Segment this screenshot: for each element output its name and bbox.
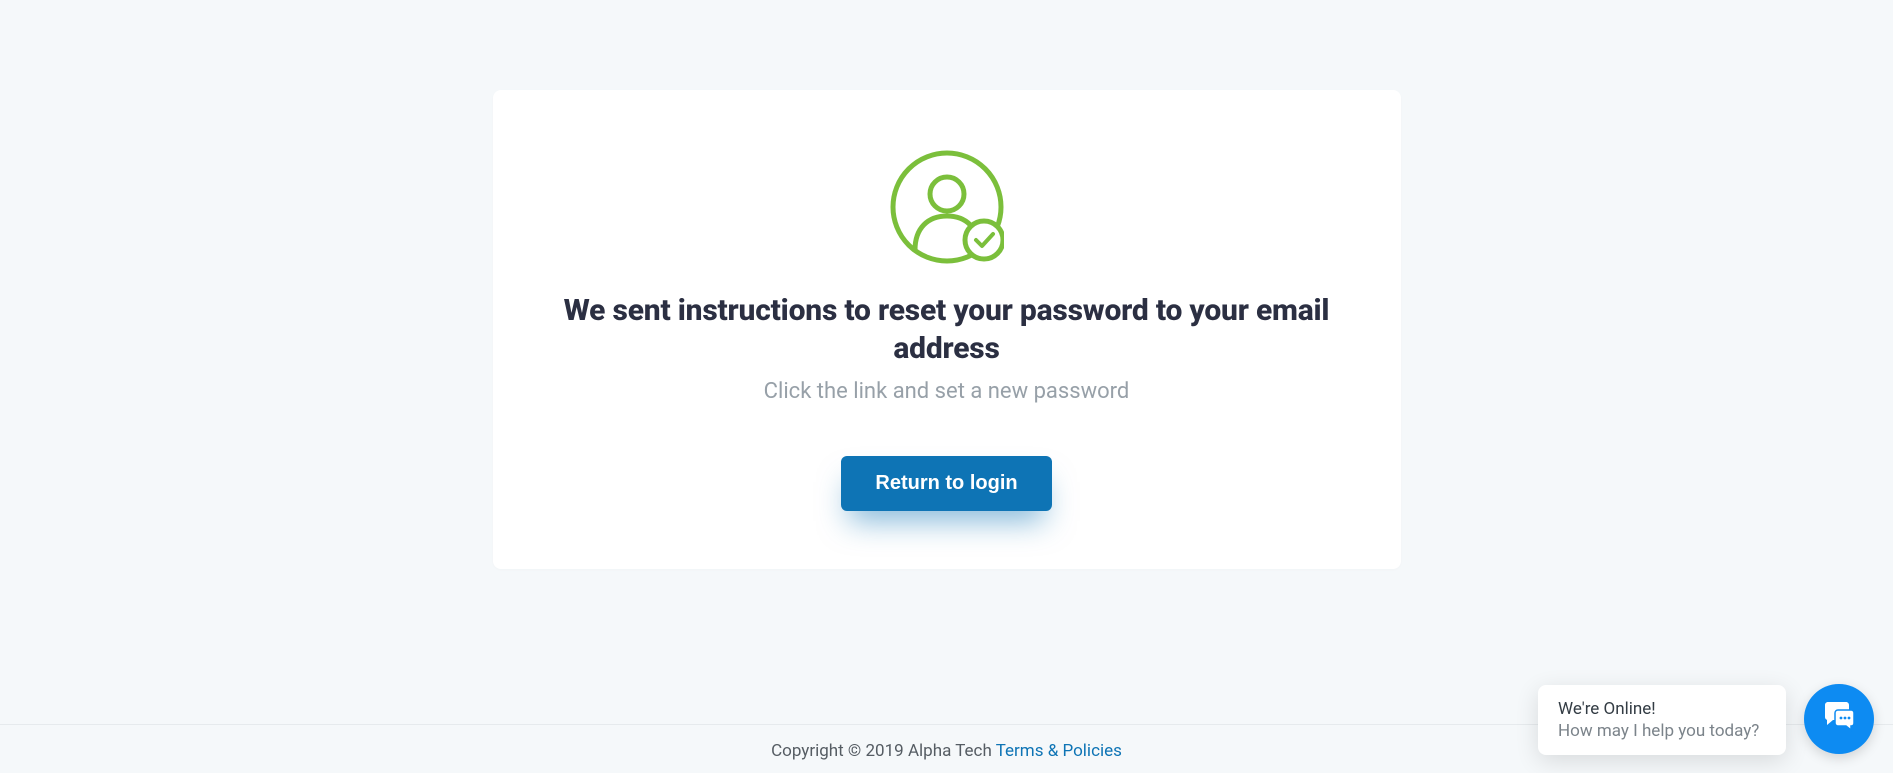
chat-popup-subtitle: How may I help you today? [1558,721,1766,741]
chat-icon [1821,699,1857,739]
chat-popup-title: We're Online! [1558,699,1766,719]
chat-popup[interactable]: We're Online! How may I help you today? [1538,685,1786,755]
return-to-login-button[interactable]: Return to login [841,456,1051,511]
main-container: We sent instructions to reset your passw… [0,0,1893,569]
user-check-icon [553,150,1341,264]
footer-copyright: Copyright © 2019 Alpha Tech [771,741,996,761]
chat-launcher-button[interactable] [1804,684,1874,754]
confirmation-card: We sent instructions to reset your passw… [493,90,1401,569]
terms-policies-link[interactable]: Terms & Policies [996,741,1122,761]
confirmation-subtext: Click the link and set a new password [553,379,1341,404]
confirmation-heading: We sent instructions to reset your passw… [553,292,1341,367]
